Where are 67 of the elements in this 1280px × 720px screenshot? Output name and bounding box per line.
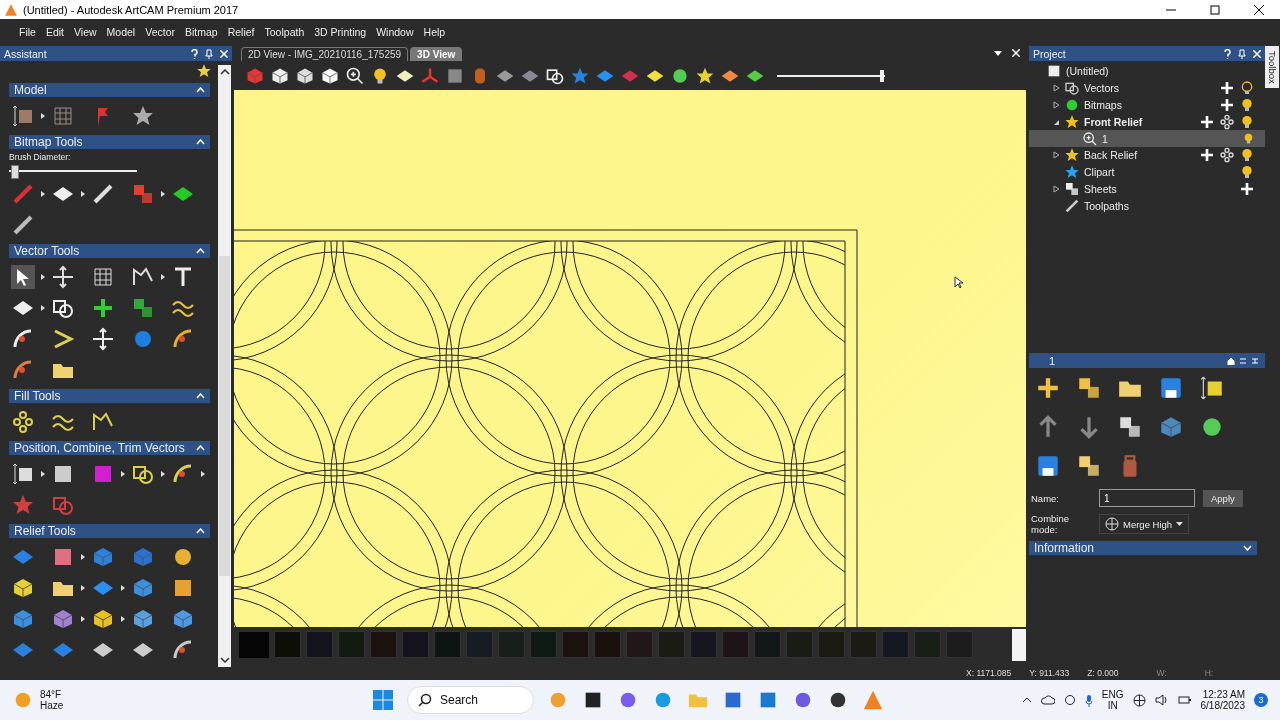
tree-label: 1 bbox=[1102, 132, 1108, 145]
tree-label: Vectors bbox=[1084, 82, 1120, 95]
z-coordinate: Z: 0.000 bbox=[1087, 668, 1119, 678]
section-header[interactable]: Fill Tools bbox=[9, 389, 210, 403]
menu-item[interactable]: Toolpath bbox=[259, 26, 310, 38]
menu-item[interactable]: Vector bbox=[140, 26, 180, 38]
panel-title: Project bbox=[1033, 47, 1066, 60]
section-title: Information bbox=[1034, 541, 1095, 555]
menu-item[interactable]: Edit bbox=[40, 26, 69, 38]
section-header[interactable]: Vector Tools bbox=[9, 244, 210, 258]
panel-title: Assistant bbox=[4, 47, 47, 60]
tree-item[interactable]: Bitmaps bbox=[1029, 96, 1265, 114]
menu-item[interactable]: Window bbox=[371, 26, 419, 38]
tree-item[interactable]: Clipart bbox=[1029, 163, 1265, 181]
tree-item[interactable]: 1 bbox=[1029, 130, 1265, 147]
temperature: 84°F bbox=[40, 689, 63, 700]
section-header[interactable]: Information bbox=[1029, 541, 1257, 555]
menu-item[interactable]: Help bbox=[418, 26, 451, 38]
menu-item[interactable]: Bitmap bbox=[180, 26, 223, 38]
combine-mode-label: Combine mode: bbox=[1031, 513, 1071, 535]
menu-item[interactable]: File bbox=[14, 26, 41, 38]
apply-button[interactable]: Apply bbox=[1203, 489, 1243, 507]
tree-item[interactable]: Vectors bbox=[1029, 79, 1265, 97]
panel-title: 1 bbox=[1049, 354, 1056, 367]
tree-item[interactable]: Front Relief bbox=[1029, 113, 1265, 131]
section-title: Fill Tools bbox=[14, 389, 61, 403]
menu-item[interactable]: 3D Printing bbox=[309, 26, 372, 38]
tree-label: Toolpaths bbox=[1084, 199, 1129, 212]
name-label: Name: bbox=[1031, 492, 1060, 504]
width-reading: W: bbox=[1156, 668, 1167, 678]
language-indicator[interactable]: ENG IN bbox=[1101, 689, 1124, 711]
section-header[interactable]: Relief Tools bbox=[9, 524, 210, 538]
section-title: Model bbox=[14, 83, 47, 97]
menu-item[interactable]: Model bbox=[101, 26, 141, 38]
section-title: Bitmap Tools bbox=[14, 135, 83, 149]
name-field[interactable]: 1 bbox=[1099, 489, 1195, 507]
tree-label: Front Relief bbox=[1084, 115, 1143, 128]
search-placeholder: Search bbox=[440, 693, 479, 707]
window-title: (Untitled) - Autodesk ArtCAM Premium 2017 bbox=[23, 3, 239, 16]
section-title: Vector Tools bbox=[14, 244, 80, 258]
tree-item[interactable]: Sheets bbox=[1029, 180, 1265, 198]
weather-condition: Haze bbox=[40, 700, 64, 711]
tree-label: Back Relief bbox=[1084, 149, 1138, 162]
clock[interactable]: 12:23 AM 6/18/2023 bbox=[1200, 689, 1245, 711]
section-header[interactable]: Model bbox=[9, 83, 210, 97]
combine-mode-dropdown[interactable]: Merge High bbox=[1099, 514, 1190, 534]
y-coordinate: Y: 911.433 bbox=[1029, 668, 1070, 678]
dropdown-value: Merge High bbox=[1123, 518, 1173, 530]
toolbox-tab[interactable]: Toolbox bbox=[1265, 46, 1279, 88]
view-tab[interactable]: 3D View bbox=[410, 47, 463, 61]
tree-label: Bitmaps bbox=[1084, 99, 1122, 111]
x-coordinate: X: 1171.085 bbox=[966, 668, 1012, 678]
tree-label: Clipart bbox=[1084, 166, 1115, 179]
height-reading: H: bbox=[1204, 668, 1214, 678]
notification-badge[interactable]: 3 bbox=[1254, 693, 1268, 707]
section-header[interactable]: Bitmap Tools bbox=[9, 135, 210, 149]
tree-label: Sheets bbox=[1084, 182, 1117, 195]
view-tab[interactable]: 2D View - IMG_20210116_175259 bbox=[241, 47, 409, 61]
section-title: Relief Tools bbox=[14, 524, 76, 538]
slider-label: Brush Diameter: bbox=[9, 152, 72, 162]
tree-item[interactable]: Toolpaths bbox=[1029, 197, 1265, 215]
menu-item[interactable]: Relief bbox=[222, 26, 260, 38]
tree-item[interactable]: (Untitled) bbox=[1029, 63, 1265, 80]
tree-label: (Untitled) bbox=[1066, 65, 1109, 78]
taskbar-search-field[interactable]: Search bbox=[407, 686, 534, 714]
menu-item[interactable]: View bbox=[69, 26, 102, 38]
tree-item[interactable]: Back Relief bbox=[1029, 147, 1265, 164]
